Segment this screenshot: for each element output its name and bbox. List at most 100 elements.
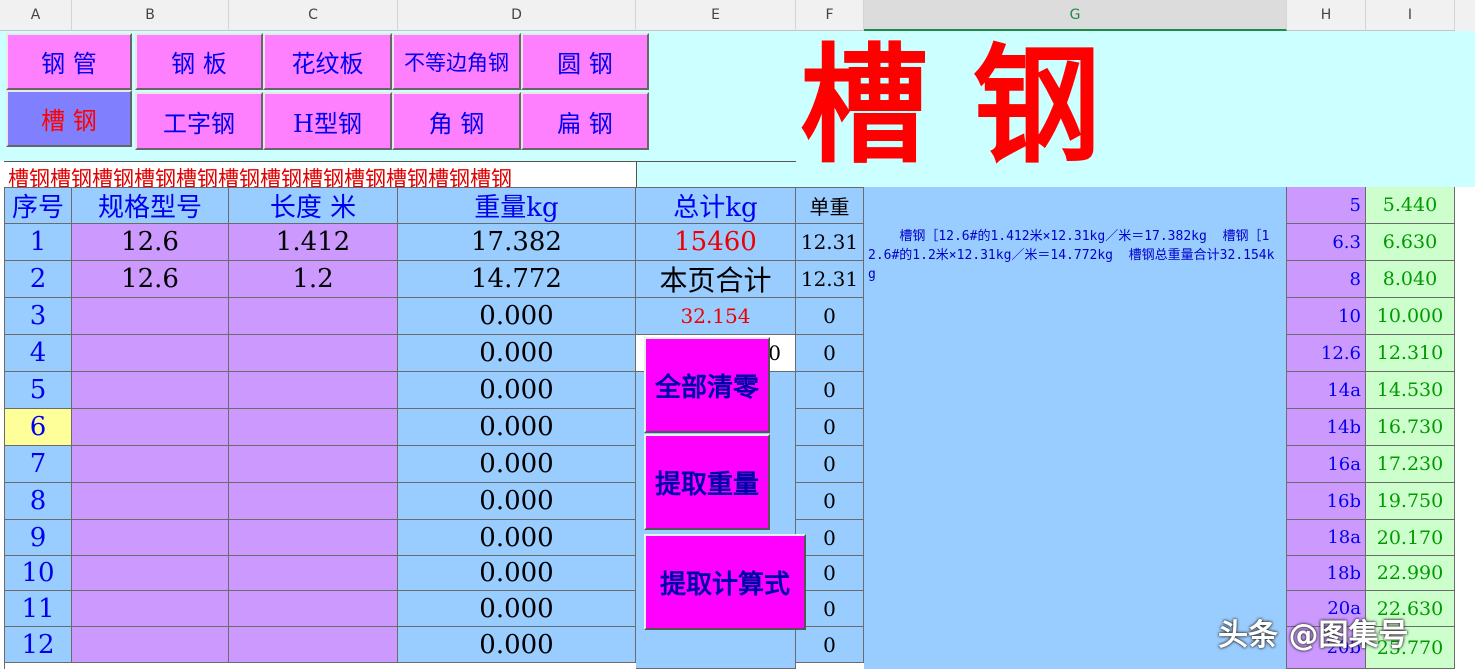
nav-top-0-button[interactable]: 钢 管	[6, 33, 132, 90]
row-seq[interactable]: 5	[5, 372, 72, 409]
extract-formula-button[interactable]: 提取计算式	[644, 534, 806, 630]
row-spec[interactable]	[72, 556, 229, 591]
row-length[interactable]	[229, 591, 398, 627]
column-header-d[interactable]: D	[398, 0, 636, 31]
formula-area[interactable]: 槽钢［12.6#的1.412米×12.31kg／米＝17.382kg 槽钢［12…	[864, 187, 1287, 669]
row-length[interactable]	[229, 372, 398, 409]
spec-size[interactable]: 18b	[1287, 556, 1366, 591]
column-header-f[interactable]: F	[796, 0, 864, 31]
row-length[interactable]	[229, 520, 398, 556]
row-weight[interactable]: 17.382	[398, 224, 636, 261]
row-spec[interactable]	[72, 483, 229, 520]
row-spec[interactable]	[72, 520, 229, 556]
column-header-i[interactable]: I	[1366, 0, 1455, 31]
row-weight[interactable]: 0.000	[398, 556, 636, 591]
spec-size[interactable]: 12.6	[1287, 335, 1366, 372]
row-length[interactable]: 1.2	[229, 261, 398, 298]
row-seq[interactable]: 12	[5, 627, 72, 663]
row-length[interactable]	[229, 335, 398, 372]
row-spec[interactable]	[72, 446, 229, 483]
row-spec[interactable]	[72, 591, 229, 627]
row-weight[interactable]: 0.000	[398, 298, 636, 335]
row-spec[interactable]	[72, 372, 229, 409]
nav-top-3-button[interactable]: 不等边角钢	[392, 33, 521, 90]
row-unit[interactable]: 0	[796, 446, 864, 483]
clear-all-button[interactable]: 全部清零	[644, 337, 770, 433]
row-unit[interactable]: 0	[796, 591, 864, 627]
row-unit[interactable]: 0	[796, 372, 864, 409]
nav-bottom-3-button[interactable]: 角 钢	[392, 92, 521, 150]
nav-bottom-1-button[interactable]: 工字钢	[135, 92, 263, 150]
row-unit[interactable]: 0	[796, 335, 864, 372]
row-weight[interactable]: 0.000	[398, 372, 636, 409]
row-weight[interactable]: 0.000	[398, 446, 636, 483]
row-unit[interactable]: 12.31	[796, 224, 864, 261]
row-unit[interactable]: 0	[796, 520, 864, 556]
spec-unit-weight[interactable]: 16.730	[1366, 409, 1455, 446]
row-spec[interactable]	[72, 409, 229, 446]
row-weight[interactable]: 0.000	[398, 627, 636, 663]
row-spec[interactable]: 12.6	[72, 224, 229, 261]
row-unit[interactable]: 0	[796, 409, 864, 446]
spec-size[interactable]: 14a	[1287, 372, 1366, 409]
row-length[interactable]	[229, 483, 398, 520]
row-spec[interactable]	[72, 298, 229, 335]
row-unit[interactable]: 0	[796, 483, 864, 520]
total-value[interactable]: 15460	[636, 224, 796, 261]
spec-unit-weight[interactable]: 8.040	[1366, 261, 1455, 298]
row-seq[interactable]: 9	[5, 520, 72, 556]
row-length[interactable]	[229, 556, 398, 591]
row-length[interactable]	[229, 446, 398, 483]
spec-unit-weight[interactable]: 22.990	[1366, 556, 1455, 591]
row-spec[interactable]	[72, 627, 229, 663]
row-seq[interactable]: 3	[5, 298, 72, 335]
row-weight[interactable]: 0.000	[398, 335, 636, 372]
row-seq[interactable]: 6	[5, 409, 72, 446]
spec-size[interactable]: 5	[1287, 187, 1366, 224]
spec-unit-weight[interactable]: 19.750	[1366, 483, 1455, 520]
nav-top-4-button[interactable]: 圆 钢	[521, 33, 649, 90]
row-unit[interactable]: 0	[796, 298, 864, 335]
spec-unit-weight[interactable]: 10.000	[1366, 298, 1455, 335]
row-seq[interactable]: 4	[5, 335, 72, 372]
spec-size[interactable]: 16a	[1287, 446, 1366, 483]
spec-size[interactable]: 14b	[1287, 409, 1366, 446]
nav-top-1-button[interactable]: 钢 板	[135, 33, 263, 90]
column-header-e[interactable]: E	[636, 0, 796, 31]
row-seq[interactable]: 7	[5, 446, 72, 483]
spec-unit-weight[interactable]: 14.530	[1366, 372, 1455, 409]
column-header-h[interactable]: H	[1287, 0, 1366, 31]
spec-unit-weight[interactable]: 12.310	[1366, 335, 1455, 372]
spec-size[interactable]: 16b	[1287, 483, 1366, 520]
spec-unit-weight[interactable]: 6.630	[1366, 224, 1455, 261]
row-length[interactable]	[229, 298, 398, 335]
nav-bottom-4-button[interactable]: 扁 钢	[521, 92, 649, 150]
spec-size[interactable]: 8	[1287, 261, 1366, 298]
row-length[interactable]	[229, 409, 398, 446]
spec-unit-weight[interactable]: 20.170	[1366, 520, 1455, 556]
row-seq[interactable]: 10	[5, 556, 72, 591]
spec-size[interactable]: 10	[1287, 298, 1366, 335]
row-seq[interactable]: 11	[5, 591, 72, 627]
spec-size[interactable]: 6.3	[1287, 224, 1366, 261]
row-seq[interactable]: 1	[5, 224, 72, 261]
column-header-b[interactable]: B	[72, 0, 229, 31]
row-seq[interactable]: 8	[5, 483, 72, 520]
row-unit[interactable]: 0	[796, 627, 864, 663]
row-weight[interactable]: 0.000	[398, 520, 636, 556]
row-unit[interactable]: 12.31	[796, 261, 864, 298]
spec-unit-weight[interactable]: 17.230	[1366, 446, 1455, 483]
row-weight[interactable]: 0.000	[398, 483, 636, 520]
nav-top-2-button[interactable]: 花纹板	[263, 33, 392, 90]
row-weight[interactable]: 0.000	[398, 409, 636, 446]
row-length[interactable]: 1.412	[229, 224, 398, 261]
row-length[interactable]	[229, 627, 398, 663]
row-weight[interactable]: 14.772	[398, 261, 636, 298]
nav-bottom-2-button[interactable]: H型钢	[263, 92, 392, 150]
column-header-c[interactable]: C	[229, 0, 398, 31]
row-spec[interactable]: 12.6	[72, 261, 229, 298]
column-header-g[interactable]: G	[864, 0, 1287, 31]
row-unit[interactable]: 0	[796, 556, 864, 591]
row-weight[interactable]: 0.000	[398, 591, 636, 627]
spec-unit-weight[interactable]: 5.440	[1366, 187, 1455, 224]
